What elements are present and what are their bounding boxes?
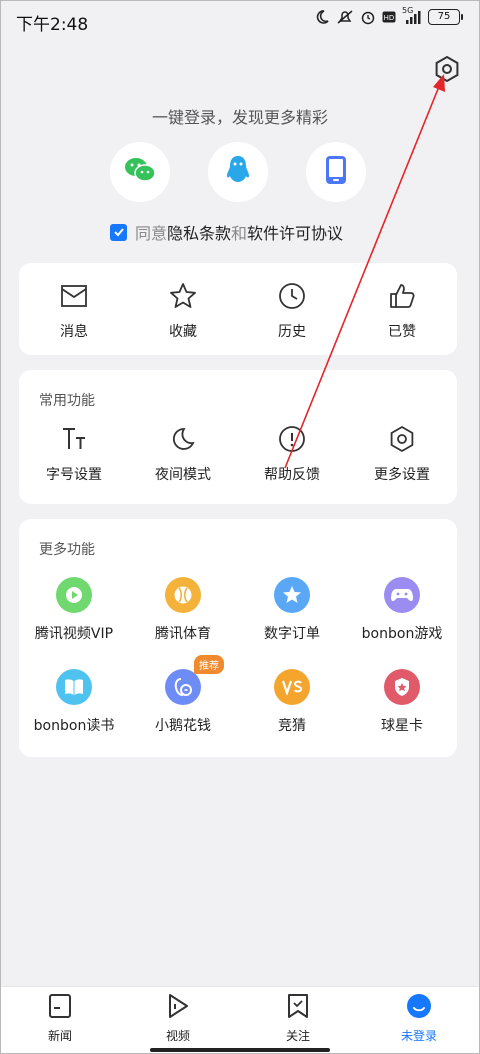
function-label: 更多设置 (374, 467, 430, 483)
moon-icon (314, 9, 330, 25)
more-functions-card: 更多功能 腾讯视频VIP 腾讯体育 数字订单 bonbon游戏 bonbon读书… (19, 519, 457, 757)
quick-action-label: 收藏 (169, 324, 197, 340)
quiz-betting[interactable]: 竞猜 (237, 669, 347, 735)
moon-icon (168, 424, 198, 454)
status-time: 下午2:48 (16, 15, 89, 35)
settings-button[interactable] (432, 55, 462, 87)
alarm-icon (360, 9, 376, 25)
common-functions-card: 常用功能 字号设置 夜间模式 帮助反馈 更多设置 (19, 370, 457, 504)
function-label: 帮助反馈 (264, 467, 320, 483)
agreement-checkbox[interactable] (110, 223, 127, 241)
agree-text: 同意 (135, 224, 168, 243)
star-player-cards[interactable]: 球星卡 (347, 669, 457, 735)
quick-action-messages[interactable]: 消息 (19, 281, 129, 341)
quick-action-label: 已赞 (388, 324, 416, 340)
and-text: 和 (231, 224, 248, 243)
wechat-login-button[interactable] (110, 142, 170, 202)
signal-icon: 5G (402, 6, 422, 24)
nav-follow[interactable]: 关注 (258, 993, 338, 1044)
nav-video[interactable]: 视频 (138, 993, 218, 1044)
quick-action-favorites[interactable]: 收藏 (128, 281, 238, 341)
settings-icon (433, 55, 461, 87)
news-icon (48, 993, 72, 1023)
service-label: bonbon游戏 (361, 626, 443, 642)
play-icon (56, 577, 92, 613)
wechat-icon (123, 155, 157, 189)
baseball-icon (165, 577, 201, 613)
function-label: 字号设置 (46, 467, 102, 483)
quick-action-liked[interactable]: 已赞 (347, 281, 457, 341)
recommended-badge: 推荐 (194, 655, 224, 674)
service-label: bonbon读书 (33, 718, 115, 734)
shield-card-icon (384, 669, 420, 705)
nav-news[interactable]: 新闻 (20, 993, 100, 1044)
home-indicator (150, 1048, 330, 1052)
status-icons: HD 5G 75 (314, 6, 463, 25)
digital-orders[interactable]: 数字订单 (237, 577, 347, 643)
status-bar: 下午2:48 HD 5G 75 (0, 0, 480, 40)
tencent-sports[interactable]: 腾讯体育 (128, 577, 238, 643)
service-label: 腾讯体育 (155, 626, 211, 642)
star-badge-icon (274, 577, 310, 613)
xiao-e-spending[interactable]: 推荐 小鹅花钱 (128, 655, 238, 735)
book-icon (56, 669, 92, 705)
login-methods (110, 142, 370, 202)
phone-icon (325, 155, 347, 189)
phone-login-button[interactable] (306, 142, 366, 202)
software-license-link[interactable]: 软件许可协议 (247, 220, 343, 244)
svg-text:HD: HD (384, 14, 395, 22)
help-icon (277, 424, 307, 454)
quick-actions-card: 消息 收藏 历史 已赞 (19, 263, 457, 355)
agreement-row: 同意 隐私条款 和 软件许可协议 (110, 220, 343, 244)
card-title: 更多功能 (39, 542, 95, 558)
nav-profile[interactable]: 未登录 (379, 993, 459, 1044)
vs-icon (274, 669, 310, 705)
nav-label: 新闻 (47, 1029, 72, 1043)
service-label: 腾讯视频VIP (34, 626, 114, 642)
mute-bell-icon (336, 9, 354, 25)
privacy-terms-link[interactable]: 隐私条款 (167, 220, 231, 244)
settings-icon (387, 424, 417, 454)
service-label: 小鹅花钱 (155, 718, 211, 734)
service-label: 竞猜 (278, 718, 306, 734)
card-title: 常用功能 (39, 393, 95, 409)
mail-icon (59, 281, 89, 311)
nav-label: 未登录 (400, 1029, 437, 1043)
qq-icon (224, 154, 252, 190)
bonbon-reading[interactable]: bonbon读书 (19, 669, 129, 735)
avatar-icon (406, 993, 432, 1023)
nav-label: 视频 (165, 1029, 190, 1043)
nav-label: 关注 (285, 1029, 310, 1043)
gamepad-icon (384, 577, 420, 613)
login-title: 一键登录，发现更多精彩 (151, 108, 328, 127)
thumbs-up-icon (387, 281, 417, 311)
quick-action-history[interactable]: 历史 (237, 281, 347, 341)
font-size-icon (59, 424, 89, 454)
bonbon-games[interactable]: bonbon游戏 (347, 577, 457, 643)
penguin-coin-icon (165, 669, 201, 705)
help-feedback[interactable]: 帮助反馈 (237, 424, 347, 484)
video-icon (166, 993, 190, 1023)
service-label: 球星卡 (381, 718, 423, 734)
bottom-navigation: 新闻 视频 关注 未登录 (0, 986, 480, 1054)
font-size-setting[interactable]: 字号设置 (19, 424, 129, 484)
night-mode-setting[interactable]: 夜间模式 (128, 424, 238, 484)
service-label: 数字订单 (264, 626, 320, 642)
star-icon (168, 281, 198, 311)
quick-action-label: 历史 (278, 324, 306, 340)
battery-icon: 75 (428, 9, 463, 25)
qq-login-button[interactable] (208, 142, 268, 202)
function-label: 夜间模式 (155, 467, 211, 483)
clock-icon (277, 281, 307, 311)
hd-icon: HD (382, 11, 396, 23)
tencent-video-vip[interactable]: 腾讯视频VIP (19, 577, 129, 643)
quick-action-label: 消息 (60, 324, 88, 340)
bookmark-icon (286, 993, 310, 1023)
more-settings[interactable]: 更多设置 (347, 424, 457, 484)
